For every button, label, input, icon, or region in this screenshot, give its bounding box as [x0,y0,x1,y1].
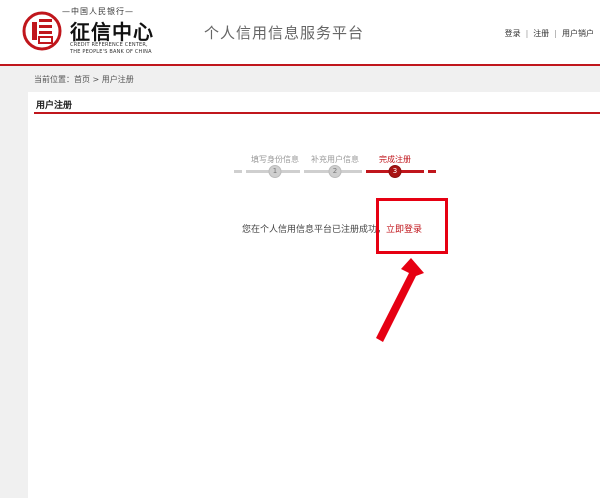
nav-register-link[interactable]: 注册 [533,29,549,38]
annotation-highlight-box [376,198,448,254]
site-header: —中国人民银行— 征信中心 CREDIT REFERENCE CENTER, T… [0,0,600,66]
logo-title: 征信中心 [70,20,154,44]
registration-panel: 用户注册 [28,92,600,498]
logo-text: —中国人民银行— 征信中心 CREDIT REFERENCE CENTER, T… [62,6,177,58]
top-nav: 登录 | 注册 | 用户销户 [505,28,594,39]
registration-success-message: 您在个人信用信息平台已注册成功， [242,225,387,235]
site-title: 个人信用信息服务平台 [204,24,365,42]
nav-separator: | [525,29,529,38]
logo-english-line1: CREDIT REFERENCE CENTER, [70,42,148,48]
nav-separator: | [554,29,557,38]
panel-title: 用户注册 [36,101,73,111]
breadcrumb: 当前位置：首页 > 用户注册 [34,75,134,84]
nav-cancel-account-link[interactable]: 用户销户 [562,29,594,38]
logo-english-line2: THE PEOPLE'S BANK OF CHINA [70,49,152,55]
nav-login-link[interactable]: 登录 [505,29,521,38]
panel-divider [34,112,600,114]
